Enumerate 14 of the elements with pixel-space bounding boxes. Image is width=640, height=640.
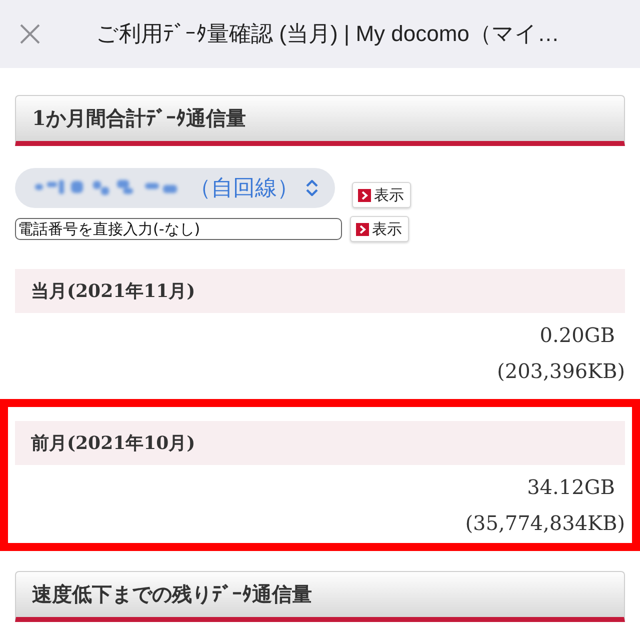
usage-kb: (203,396KB) <box>497 358 625 385</box>
month-heading: 当月(2021年11月) <box>15 269 625 313</box>
usage-gb: 0.20GB <box>540 322 615 349</box>
usage-kb: (35,774,834KB) <box>465 510 625 537</box>
chevron-up-down-icon <box>305 178 319 198</box>
close-icon[interactable] <box>20 24 40 44</box>
usage-gb: 34.12GB <box>527 474 615 501</box>
show-button[interactable]: 表示 <box>352 182 411 208</box>
page-title: ご利用ﾃﾞｰﾀ量確認 (当月) | My docomo（マイ… <box>96 20 560 48</box>
section-header: 速度低下までの残りﾃﾞｰﾀ通信量 <box>15 571 625 622</box>
show-button[interactable]: 表示 <box>350 216 409 242</box>
section-header: 1か月間合計ﾃﾞｰﾀ通信量 <box>15 95 625 146</box>
month-heading: 前月(2021年10月) <box>15 421 625 465</box>
phone-number-field[interactable]: 電話番号を直接入力(-なし) <box>15 218 342 240</box>
